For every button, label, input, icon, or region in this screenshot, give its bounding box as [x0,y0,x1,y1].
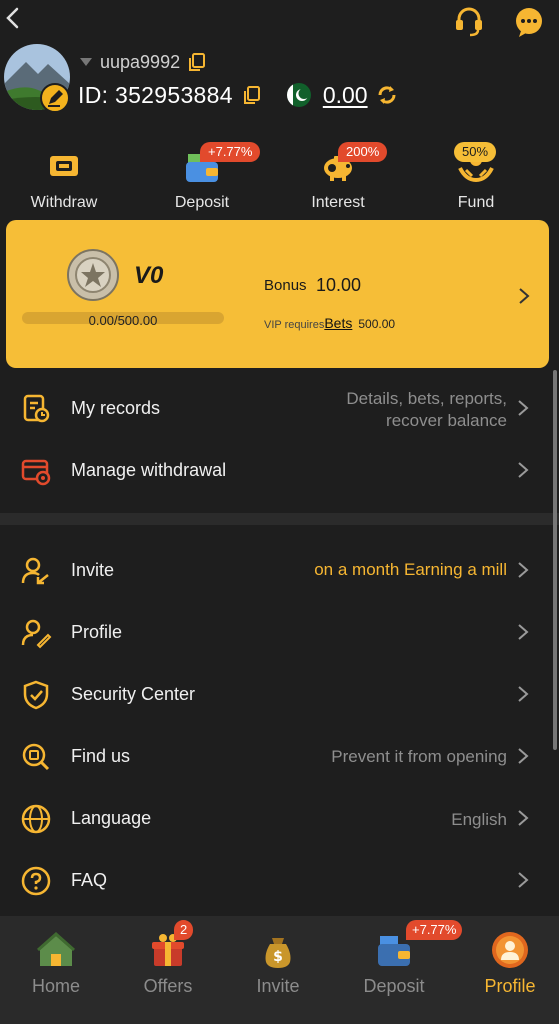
profile-edit-icon [21,619,52,649]
pencil-icon[interactable] [40,83,70,113]
tab-label: Deposit [363,976,425,996]
menu-value: English [451,810,507,829]
menu-find-us[interactable]: Find us Prevent it from opening [0,726,559,786]
tab-label: Invite [256,976,300,996]
invite-marquee: on a month Earning a mill [314,560,507,579]
chevron-right-icon [518,562,529,578]
chevron-right-icon [518,872,529,888]
menu-value-line2: recover balance [386,411,507,430]
chevron-right-icon [518,810,529,826]
menu-label: Language [71,808,152,828]
chat-bubble-icon[interactable] [513,6,545,38]
top-bar [0,0,559,40]
interest-rate-badge: 200% [338,142,388,162]
svg-text:$: $ [273,949,283,965]
offers-count-badge: 2 [174,920,194,940]
money-bag-icon: $ [265,938,291,968]
menu-faq[interactable]: FAQ [0,850,559,910]
quick-action-interest[interactable]: 200% Interest [278,142,398,214]
menu-security-center[interactable]: Security Center [0,664,559,724]
tab-label: Profile [484,976,536,996]
copy-id-icon[interactable] [243,85,261,105]
menu-label: My records [71,398,161,418]
vip-requirement: VIP requires Bets 500.00 [264,315,395,331]
vip-card[interactable]: V0 0.00/500.00 Bonus 10.00 VIP requires … [6,220,549,368]
menu-label: Invite [71,560,115,580]
copy-icon[interactable] [188,52,206,72]
invite-user-icon [21,557,49,585]
vip-bonus-label: Bonus [264,277,307,294]
scrollbar[interactable] [553,370,557,750]
menu-label: Security Center [71,684,196,704]
refresh-icon[interactable] [376,84,398,106]
section-divider [0,513,559,525]
tab-label: Home [31,976,80,996]
id-balance-row: ID: 352953884 0.00 [78,80,398,110]
tab-home[interactable]: Home [0,916,112,1024]
tab-label: Offers [143,976,193,996]
quick-action-label: Withdraw [30,194,98,211]
vip-bonus-value: 10.00 [316,275,362,295]
vip-progress-text: 0.00/500.00 [88,313,158,328]
quick-action-label: Deposit [174,194,230,211]
username-row[interactable]: uupa9992 [80,50,206,74]
menu-label: Profile [71,622,123,642]
headset-icon[interactable] [452,4,486,38]
menu-my-records[interactable]: My records Details, bets, reports, recov… [0,378,559,438]
profile-coin-icon [492,932,528,968]
ticket-withdraw-icon [50,156,78,176]
caret-down-icon[interactable] [80,58,92,66]
shield-check-icon [23,680,49,710]
records-icon [23,394,50,423]
quick-action-label: Fund [457,194,495,211]
chevron-right-icon [519,288,530,304]
user-id: ID: 352953884 [78,81,233,108]
quick-action-fund[interactable]: 50% Fund [416,142,536,214]
vip-requires-text: VIP requires [264,319,325,331]
menu-label: FAQ [71,870,108,890]
withdrawal-settings-icon [21,459,51,486]
chevron-right-icon [518,462,529,478]
menu-value: Prevent it from opening [331,747,507,766]
fund-rate-badge: 50% [454,142,497,162]
quick-action-withdraw[interactable]: Withdraw [4,142,124,214]
username: uupa9992 [100,51,181,72]
menu-invite[interactable]: Invite on a month Earning a mill [0,540,559,600]
menu-value-line1: Details, bets, reports, [346,389,507,408]
menu-manage-withdrawal[interactable]: Manage withdrawal [0,440,559,500]
globe-icon [21,804,51,834]
menu-label: Manage withdrawal [71,460,227,480]
vip-level: V0 [134,262,164,289]
find-search-icon [22,743,50,771]
chevron-left-icon[interactable] [2,4,24,32]
menu-label: Find us [71,746,131,766]
deposit-bonus-badge: +7.77% [200,142,261,162]
chevron-right-icon [518,624,529,640]
question-circle-icon [21,866,51,896]
tab-invite[interactable]: $ Invite [222,916,334,1024]
chevron-right-icon [518,400,529,416]
quick-actions: Withdraw +7.77% Deposit 200% Interest 50… [0,142,559,214]
bottom-tab-bar: Home 2 Offers $ Invite +7.77% Deposit Pr… [0,916,559,1024]
chevron-right-icon [518,686,529,702]
vip-requires-amount: 500.00 [358,317,396,331]
chevron-right-icon [518,748,529,764]
menu-language[interactable]: Language English [0,788,559,848]
quick-action-deposit[interactable]: +7.77% Deposit [142,142,262,214]
menu-profile[interactable]: Profile [0,602,559,662]
pakistan-flag-icon [286,83,311,107]
bets-link[interactable]: Bets [324,315,352,331]
balance-value[interactable]: 0.00 [323,82,368,109]
home-icon [37,931,75,966]
tab-profile[interactable]: Profile [454,916,559,1024]
vip-medal-icon [67,249,119,301]
tab-deposit[interactable]: +7.77% Deposit [338,916,463,1024]
tab-offers[interactable]: 2 Offers [112,916,224,1024]
quick-action-label: Interest [311,194,365,211]
